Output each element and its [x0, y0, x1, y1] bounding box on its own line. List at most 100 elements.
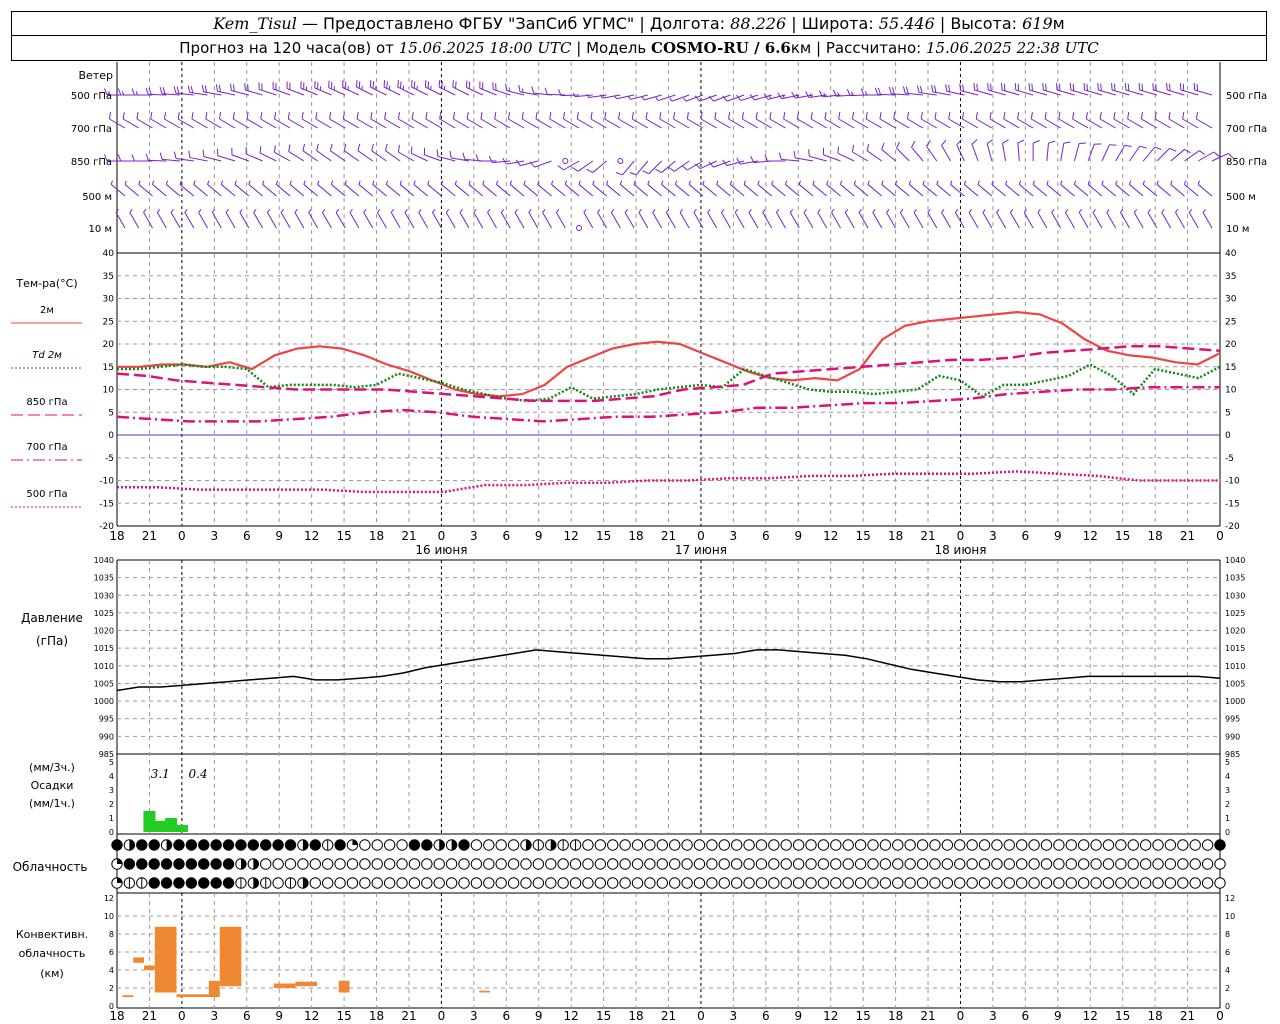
cloud-cover-symbol: [1214, 839, 1226, 851]
wind-barb-feather: [179, 180, 182, 185]
cloud-symbol-half: [302, 877, 309, 889]
cloud-cover-symbol: [594, 839, 607, 851]
wind-barb-feather: [1155, 83, 1157, 91]
cloud-symbol-circle: [433, 877, 445, 889]
conv-xtick-label: 15: [336, 1009, 351, 1023]
wind-barb-staff: [895, 184, 910, 197]
wind-barb-staff: [432, 212, 442, 229]
cloud-symbol-quarter: [117, 858, 123, 864]
conv-xtick-label: 15: [596, 1009, 611, 1023]
wind-barb-staff: [542, 212, 552, 229]
cloud-cover-symbol: [892, 839, 904, 851]
cloud-symbol-circle: [334, 877, 346, 889]
wind-barb-feather: [535, 112, 538, 120]
wind-barb-feather: [124, 180, 127, 185]
cloud-cover-symbol: [941, 839, 954, 851]
cloud-cover-symbol: [1115, 858, 1127, 870]
cloud-symbol-circle: [160, 877, 173, 889]
cloud-symbol-circle: [1189, 839, 1201, 851]
conv-xtick-label: 9: [275, 1009, 283, 1023]
wind-barb-feather: [322, 208, 326, 213]
wind-barb-feather: [1140, 112, 1143, 120]
wind-barb-staff: [606, 184, 621, 197]
wind-barb-feather: [232, 84, 235, 92]
cloud-symbol-circle: [545, 858, 557, 870]
wind-barb-feather: [372, 81, 375, 89]
cloud-symbol-circle: [904, 839, 916, 851]
temp-xtick-label: 18: [109, 529, 124, 543]
wind-barb-staff: [610, 212, 621, 229]
wind-barb-staff: [370, 118, 387, 129]
cloud-cover-symbol: [148, 839, 160, 851]
wind-barb-staff: [785, 184, 800, 197]
cloud-cover-symbol: [792, 858, 805, 870]
wind-barb-staff: [922, 184, 938, 197]
temp-xtick-label: 6: [243, 529, 251, 543]
cloud-cover-symbol: [445, 858, 458, 870]
pressure-ytick-right: 1000: [1225, 697, 1245, 706]
wind-barb-feather: [702, 180, 705, 185]
cloud-symbol-circle: [706, 858, 718, 870]
cloud-symbol-circle: [520, 877, 532, 889]
cloud-cover-symbol: [458, 858, 470, 870]
wind-barb-feather: [1042, 83, 1044, 91]
cloud-cover-symbol: [619, 858, 631, 870]
wind-level-label-right: 850 гПа: [1226, 157, 1267, 168]
wind-barb-feather: [866, 143, 870, 151]
wind-barb-staff: [1060, 143, 1065, 162]
cloud-cover-symbol: [755, 858, 768, 870]
cloud-symbol-circle: [507, 858, 520, 870]
cloud-symbol-circle: [867, 839, 879, 851]
wind-level-label-left: 500 м: [82, 192, 112, 203]
cloud-cover-symbol: [421, 839, 433, 851]
temp-legend-label: 500 гПа: [26, 489, 67, 500]
cloud-cover-symbol: [644, 877, 656, 889]
conv-ytick-right: 8: [1225, 930, 1230, 939]
precip-title: Осадки: [31, 779, 74, 792]
wind-barb-staff: [177, 118, 195, 129]
cloud-symbol-circle: [792, 858, 805, 870]
wind-barb-feather: [521, 112, 524, 120]
temp-xtick-label: 9: [535, 529, 543, 543]
wind-barb-feather: [976, 83, 978, 91]
wind-barb-feather: [344, 180, 347, 185]
wind-barb-feather: [803, 208, 807, 213]
wind-barb-staff: [358, 184, 373, 197]
cloud-symbol-circle: [681, 877, 693, 889]
wind-barb-feather: [1048, 140, 1056, 144]
wind-barb-staff: [424, 154, 442, 162]
cloud-cover-symbol: [173, 858, 185, 870]
cloud-cover-symbol: [594, 877, 607, 889]
wind-barb-staff: [645, 118, 662, 129]
wind-barb-feather: [874, 87, 879, 95]
wind-barb-feather: [762, 208, 766, 213]
cloud-cover-symbol: [408, 839, 421, 851]
wind-barb-staff: [376, 212, 387, 229]
cloud-symbol-circle: [644, 839, 656, 851]
conv-cloud-box: [144, 965, 155, 970]
cloud-cover-symbol: [1102, 839, 1115, 851]
cloud-symbol-circle: [198, 858, 210, 870]
cloud-symbol-circle: [371, 839, 383, 851]
conv-ytick-left: 8: [109, 930, 114, 939]
wind-barb-feather: [150, 112, 153, 120]
precip-ytick-right: 4: [1225, 772, 1230, 781]
wind-barb-feather: [934, 112, 937, 120]
wind-barb-feather: [234, 180, 237, 185]
wind-barb-feather: [1101, 180, 1104, 185]
cloud-cover-symbol: [842, 839, 854, 851]
wind-barb-feather: [385, 180, 389, 185]
cloud-symbol-circle: [656, 877, 669, 889]
wind-barb-staff: [659, 118, 676, 129]
wind-barb-staff: [776, 212, 786, 229]
cloud-symbol-circle: [730, 839, 743, 851]
wind-barb-staff: [986, 143, 993, 162]
wind-barb-feather: [1072, 112, 1075, 120]
pressure-ytick-right: 1025: [1225, 609, 1245, 618]
temp-legend-label: 2м: [40, 305, 54, 316]
temp-legend-label: 850 гПа: [26, 397, 67, 408]
wind-barb-feather: [844, 208, 849, 213]
cloud-symbol-circle: [1164, 877, 1177, 889]
cloud-cover-symbol: [730, 858, 743, 870]
wind-barb-feather: [273, 145, 276, 153]
